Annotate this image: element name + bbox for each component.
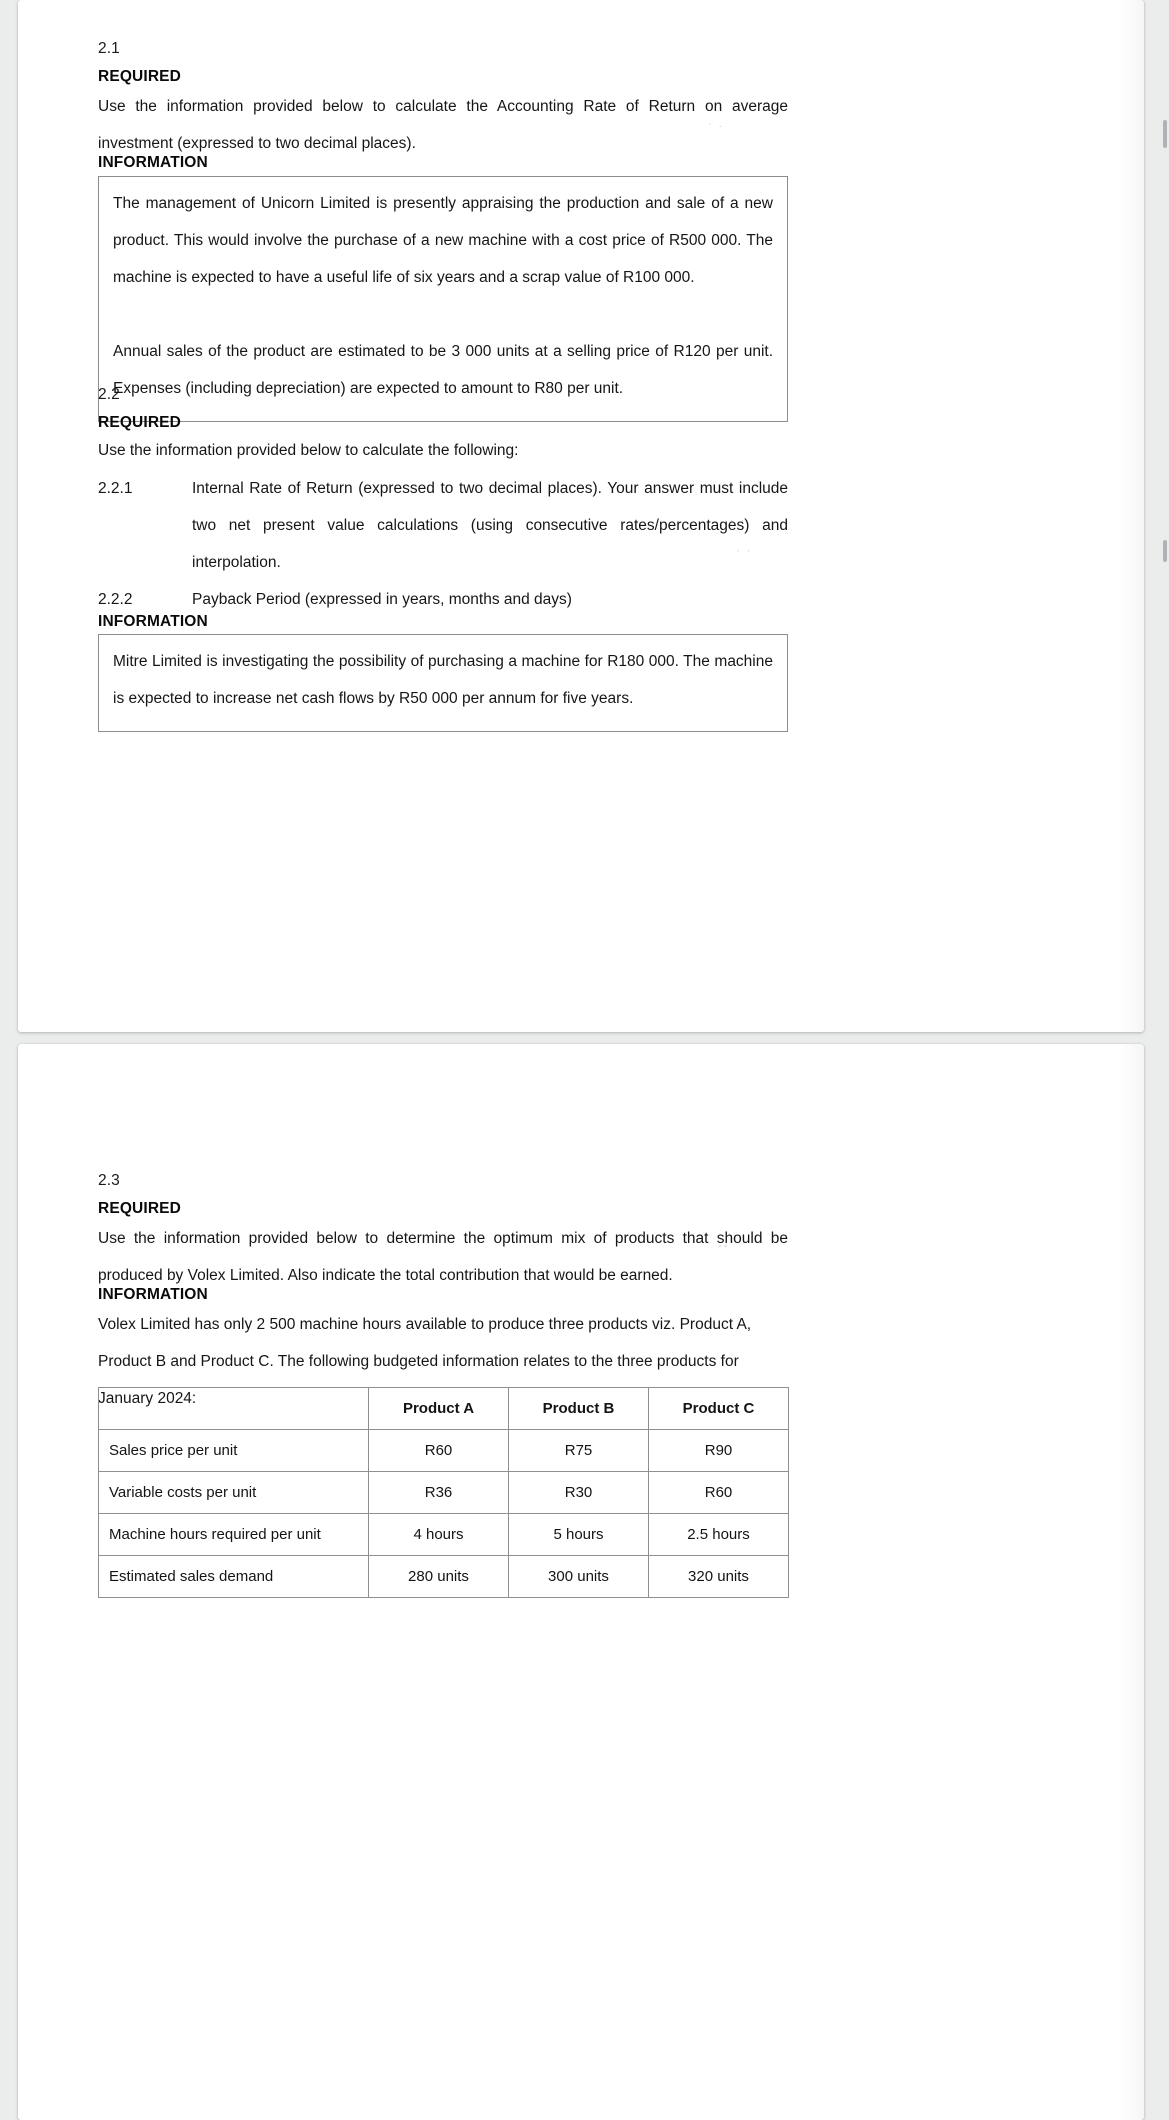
table-row: Variable costs per unit R36 R30 R60 [98, 1471, 789, 1514]
page-2-content: 2.3 REQUIRED Use the information provide… [18, 1044, 1144, 2120]
row-label-variable-costs: Variable costs per unit [98, 1471, 369, 1514]
scrollbar-thumb-top[interactable] [1163, 120, 1167, 148]
row-label-sales-demand: Estimated sales demand [98, 1555, 369, 1598]
document-page-1: 2.1 REQUIRED Use the information provide… [18, 0, 1144, 1032]
row-label-machine-hours: Machine hours required per unit [98, 1513, 369, 1556]
table-header-row: Product A Product B Product C [98, 1387, 789, 1430]
info-2-1-spacer [113, 296, 773, 333]
table-header-product-b: Product B [508, 1387, 649, 1430]
info-2-2-paragraph-1: Mitre Limited is investigating the possi… [113, 653, 773, 707]
cell-sales-price-b: R75 [508, 1429, 649, 1472]
cell-sales-demand-b: 300 units [508, 1555, 649, 1598]
section-2-2-required-text-wrap: Use the information provided below to ca… [98, 432, 788, 469]
information-box-2-2: Mitre Limited is investigating the possi… [98, 634, 788, 732]
table-header-blank [98, 1387, 369, 1430]
cell-sales-demand-c: 320 units [648, 1555, 789, 1598]
section-2-2-sublist: 2.2.1 Internal Rate of Return (expressed… [98, 470, 788, 618]
cell-machine-hours-c: 2.5 hours [648, 1513, 789, 1556]
cell-sales-price-a: R60 [368, 1429, 509, 1472]
cell-machine-hours-a: 4 hours [368, 1513, 509, 1556]
table-header-product-c: Product C [648, 1387, 789, 1430]
cell-sales-price-c: R90 [648, 1429, 789, 1472]
table-header-product-a: Product A [368, 1387, 509, 1430]
document-page-2: 2.3 REQUIRED Use the information provide… [18, 1044, 1144, 2120]
sub-item-text-2-2-1: Internal Rate of Return (expressed to tw… [192, 480, 788, 571]
scrollbar-thumb-mid[interactable] [1163, 540, 1167, 562]
required-text-2-2: Use the information provided below to ca… [98, 442, 519, 459]
row-label-sales-price: Sales price per unit [98, 1429, 369, 1472]
budgeted-information-table: Product A Product B Product C Sales pric… [98, 1387, 789, 1598]
table-row: Estimated sales demand 280 units 300 uni… [98, 1555, 789, 1598]
page-1-content: 2.1 REQUIRED Use the information provide… [18, 0, 1144, 1032]
budget-table-wrap: Product A Product B Product C Sales pric… [98, 1387, 789, 1598]
sub-item-label-2-2-1: 2.2.1 [98, 480, 133, 497]
table-row: Sales price per unit R60 R75 R90 [98, 1429, 789, 1472]
table-row: Machine hours required per unit 4 hours … [98, 1513, 789, 1556]
information-box-2-2-wrap: Mitre Limited is investigating the possi… [98, 634, 788, 732]
page-2-right-shadow [1119, 1044, 1144, 2120]
document-viewport[interactable]: 2.1 REQUIRED Use the information provide… [0, 0, 1169, 2120]
cell-variable-costs-a: R36 [368, 1471, 509, 1514]
cell-variable-costs-c: R60 [648, 1471, 789, 1514]
cell-sales-demand-a: 280 units [368, 1555, 509, 1598]
list-item: 2.2.1 Internal Rate of Return (expressed… [98, 470, 788, 581]
cell-machine-hours-b: 5 hours [508, 1513, 649, 1556]
page-1-right-shadow [1119, 0, 1144, 1032]
info-2-1-paragraph-1: The management of Unicorn Limited is pre… [113, 195, 773, 286]
cell-variable-costs-b: R30 [508, 1471, 649, 1514]
